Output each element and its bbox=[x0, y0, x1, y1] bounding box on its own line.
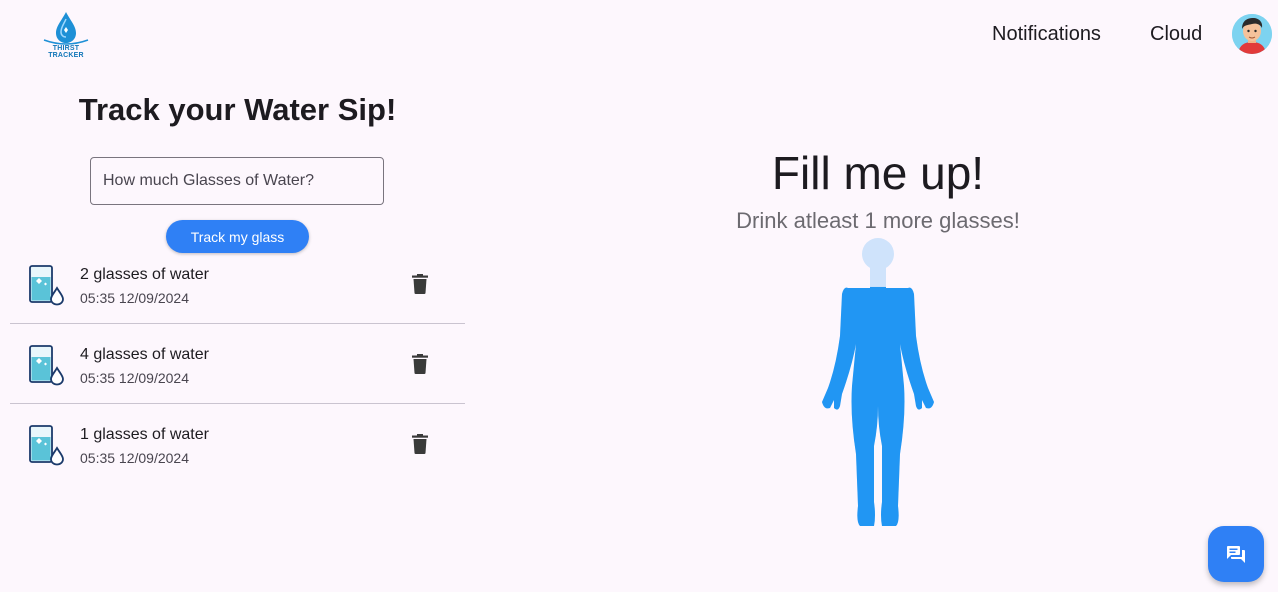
glasses-input[interactable] bbox=[90, 157, 384, 205]
delete-entry-button[interactable] bbox=[408, 272, 432, 296]
nav-notifications[interactable]: Notifications bbox=[992, 23, 1101, 46]
water-glass-icon bbox=[28, 344, 66, 386]
logo-text: THIRST TRACKER bbox=[48, 45, 84, 59]
delete-entry-button[interactable] bbox=[408, 432, 432, 456]
fill-title: Fill me up! bbox=[771, 147, 985, 199]
entry-timestamp: 05:35 12/09/2024 bbox=[80, 450, 189, 466]
list-item: 4 glasses of water 05:35 12/09/2024 bbox=[10, 324, 465, 404]
app: THIRST TRACKER Notifications Cloud Track… bbox=[0, 0, 1278, 592]
header: THIRST TRACKER Notifications Cloud bbox=[0, 0, 1278, 70]
trash-icon bbox=[412, 274, 428, 294]
fill-subtitle: Drink atleast 1 more glasses! bbox=[736, 208, 1020, 233]
trash-icon bbox=[412, 354, 428, 374]
water-fill bbox=[822, 286, 934, 526]
entry-list: 2 glasses of water 05:35 12/09/2024 4 gl… bbox=[10, 244, 465, 484]
water-glass-icon bbox=[28, 264, 66, 306]
delete-entry-button[interactable] bbox=[408, 352, 432, 376]
nav-cloud[interactable]: Cloud bbox=[1150, 23, 1202, 46]
trash-icon bbox=[412, 434, 428, 454]
user-avatar-icon bbox=[1232, 14, 1272, 54]
entry-title: 4 glasses of water bbox=[80, 346, 209, 363]
entry-title: 1 glasses of water bbox=[80, 426, 209, 443]
avatar[interactable] bbox=[1232, 14, 1272, 54]
chat-fab-button[interactable] bbox=[1208, 526, 1264, 582]
entry-timestamp: 05:35 12/09/2024 bbox=[80, 370, 189, 386]
list-item: 2 glasses of water 05:35 12/09/2024 bbox=[10, 244, 465, 324]
page-title: Track your Water Sip! bbox=[78, 92, 397, 127]
chat-icon bbox=[1227, 546, 1245, 563]
human-body-icon bbox=[822, 238, 934, 526]
entry-title: 2 glasses of water bbox=[80, 266, 209, 283]
water-glass-icon bbox=[28, 424, 66, 466]
water-drop-logo-icon bbox=[43, 12, 89, 45]
entry-timestamp: 05:35 12/09/2024 bbox=[80, 290, 189, 306]
list-item: 1 glasses of water 05:35 12/09/2024 bbox=[10, 404, 465, 484]
body-fill-figure bbox=[812, 236, 944, 532]
thirst-tracker-logo[interactable]: THIRST TRACKER bbox=[36, 10, 96, 59]
